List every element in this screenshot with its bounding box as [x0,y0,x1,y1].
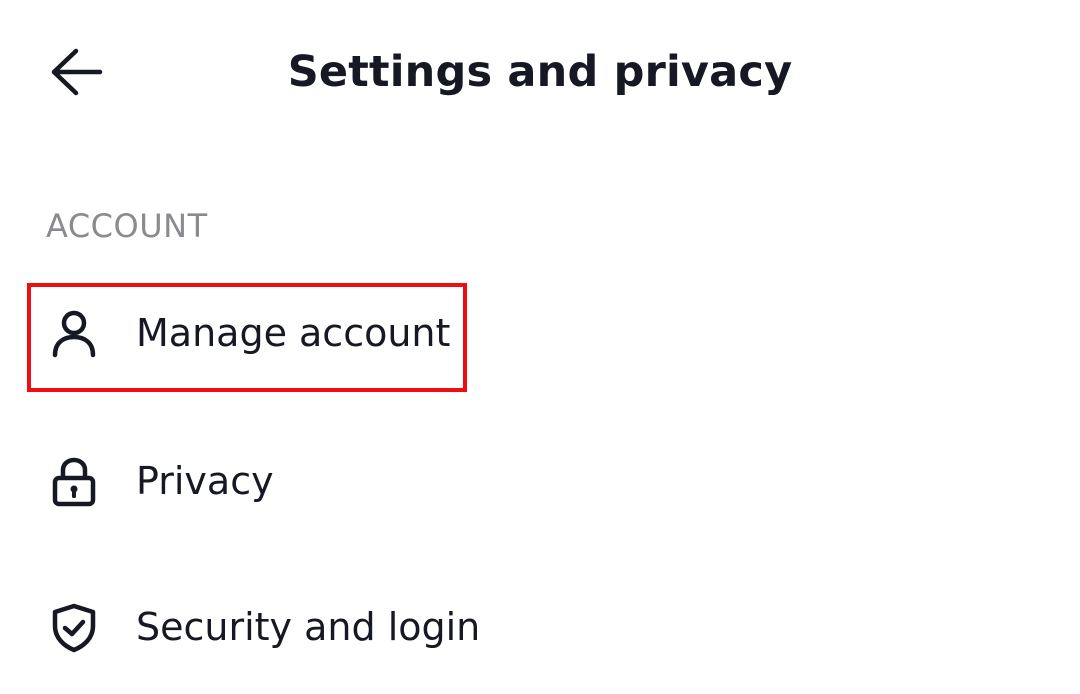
menu-item-security-and-login[interactable]: Security and login [0,568,1080,688]
menu-item-label: Manage account [136,311,451,355]
person-icon [44,304,104,364]
menu-item-privacy[interactable]: Privacy [0,422,1080,542]
section-header-account: ACCOUNT [46,207,208,245]
menu-item-label: Privacy [136,459,274,503]
lock-icon [44,452,104,512]
shield-check-icon [44,598,104,658]
menu-item-label: Security and login [136,605,481,649]
header-bar: Settings and privacy [0,0,1080,145]
page-title: Settings and privacy [287,47,793,97]
menu-item-manage-account[interactable]: Manage account [0,274,1080,394]
